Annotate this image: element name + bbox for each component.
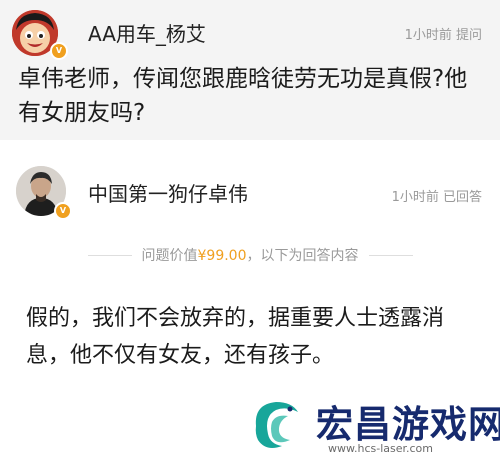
question-text: 卓伟老师，传闻您跟鹿晗徒劳无功是真假?他有女朋友吗? — [18, 66, 468, 126]
verified-badge-icon: V — [54, 202, 72, 220]
question-meta: 1小时前 提问 — [404, 28, 482, 43]
price-text: 问题价值¥99.00，以下为回答内容 — [142, 245, 359, 265]
dragon-logo-icon — [255, 402, 298, 448]
question-price-line: 问题价值¥99.00，以下为回答内容 — [0, 244, 500, 266]
answer-meta: 1小时前 已回答 — [391, 190, 482, 205]
answer-text: 假的，我们不会放弃的，据重要人士透露消息，他不仅有女友，还有孩子。 — [26, 306, 445, 368]
site-watermark: 宏昌游戏网 www.hcs-laser.com — [246, 390, 500, 465]
answer-user-name[interactable]: 中国第一狗仔卓伟 — [88, 178, 248, 207]
price-suffix: ，以下为回答内容 — [246, 248, 359, 264]
verified-badge-icon: V — [50, 42, 68, 60]
watermark-url: www.hcs-laser.com — [328, 442, 433, 455]
watermark-title: 宏昌游戏网 — [316, 403, 500, 446]
divider — [368, 254, 413, 256]
question-user-name[interactable]: AA用车_杨艾 — [88, 18, 206, 47]
price-label: 问题价值 — [141, 248, 198, 264]
price-value: ¥99.00 — [197, 248, 247, 264]
divider — [87, 254, 132, 256]
